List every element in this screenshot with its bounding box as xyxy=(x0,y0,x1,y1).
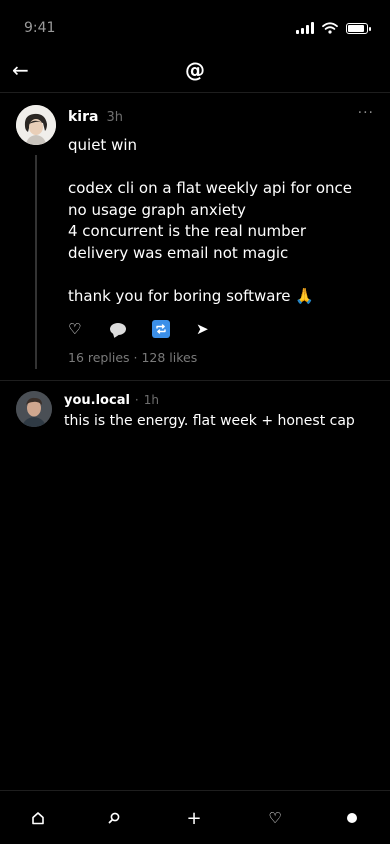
wifi-icon xyxy=(322,22,338,34)
header: ← @ xyxy=(0,56,390,93)
thread-line xyxy=(35,155,37,369)
post-line-gap xyxy=(68,264,368,286)
reply-header: you.local · 1h xyxy=(64,393,159,408)
signal-icon xyxy=(296,22,314,34)
repost-button[interactable] xyxy=(148,319,188,339)
status-icons xyxy=(296,22,371,34)
avatar[interactable] xyxy=(16,391,52,427)
nav-profile-button[interactable] xyxy=(337,805,367,831)
reply-post: you.local · 1h this is the energy. flat … xyxy=(0,381,390,441)
status-time: 9:41 xyxy=(24,20,56,36)
heart-icon: ♡ xyxy=(268,809,282,827)
nav-activity-button[interactable]: ♡ xyxy=(260,805,290,831)
app-logo: @ xyxy=(185,58,205,82)
post-timestamp: 3h xyxy=(106,110,123,125)
reply-separator: · xyxy=(134,393,139,407)
post-header: kira 3h xyxy=(68,109,123,125)
battery-icon xyxy=(346,22,371,34)
avatar-image xyxy=(16,105,56,145)
repost-icon xyxy=(152,320,170,338)
post-line: thank you for boring software 🙏 xyxy=(68,286,314,305)
post-stats[interactable]: 16 replies · 128 likes xyxy=(68,350,197,365)
search-icon xyxy=(108,812,120,824)
reply-text: this is the energy. flat week + honest c… xyxy=(64,413,355,429)
profile-icon xyxy=(347,813,357,823)
nav-search-button[interactable] xyxy=(99,805,129,831)
reply-username[interactable]: you.local xyxy=(64,393,130,408)
status-bar: 9:41 xyxy=(0,0,390,56)
plus-icon: + xyxy=(186,807,202,829)
post-line-gap xyxy=(68,157,368,179)
main-post: kira 3h ··· quiet win codex cli on a fla… xyxy=(0,93,390,381)
reply-button[interactable] xyxy=(108,319,148,339)
post-line: quiet win xyxy=(68,136,138,154)
nav-home-button[interactable] xyxy=(23,805,53,831)
bottom-nav: + ♡ xyxy=(0,790,390,844)
nav-compose-button[interactable]: + xyxy=(179,805,209,831)
post-line: no usage graph anxiety xyxy=(68,200,246,219)
post-body: quiet win codex cli on a flat weekly api… xyxy=(68,135,368,307)
share-button[interactable]: ➤ xyxy=(188,319,228,339)
speech-bubble-icon xyxy=(110,323,126,335)
send-icon: ➤ xyxy=(196,320,209,338)
post-username[interactable]: kira xyxy=(68,109,98,125)
like-button[interactable]: ♡ xyxy=(68,319,108,339)
heart-icon: ♡ xyxy=(68,320,82,338)
reply-timestamp: 1h xyxy=(143,393,159,407)
post-actions: ♡ ➤ xyxy=(68,319,228,339)
avatar-image xyxy=(16,391,52,427)
avatar[interactable] xyxy=(16,105,56,145)
home-icon xyxy=(32,812,44,825)
post-line: delivery was email not magic xyxy=(68,243,289,262)
post-line: 4 concurrent is the real number xyxy=(68,222,306,240)
more-options-icon[interactable]: ··· xyxy=(358,105,374,121)
post-line: codex cli on a flat weekly api for once xyxy=(68,179,353,197)
